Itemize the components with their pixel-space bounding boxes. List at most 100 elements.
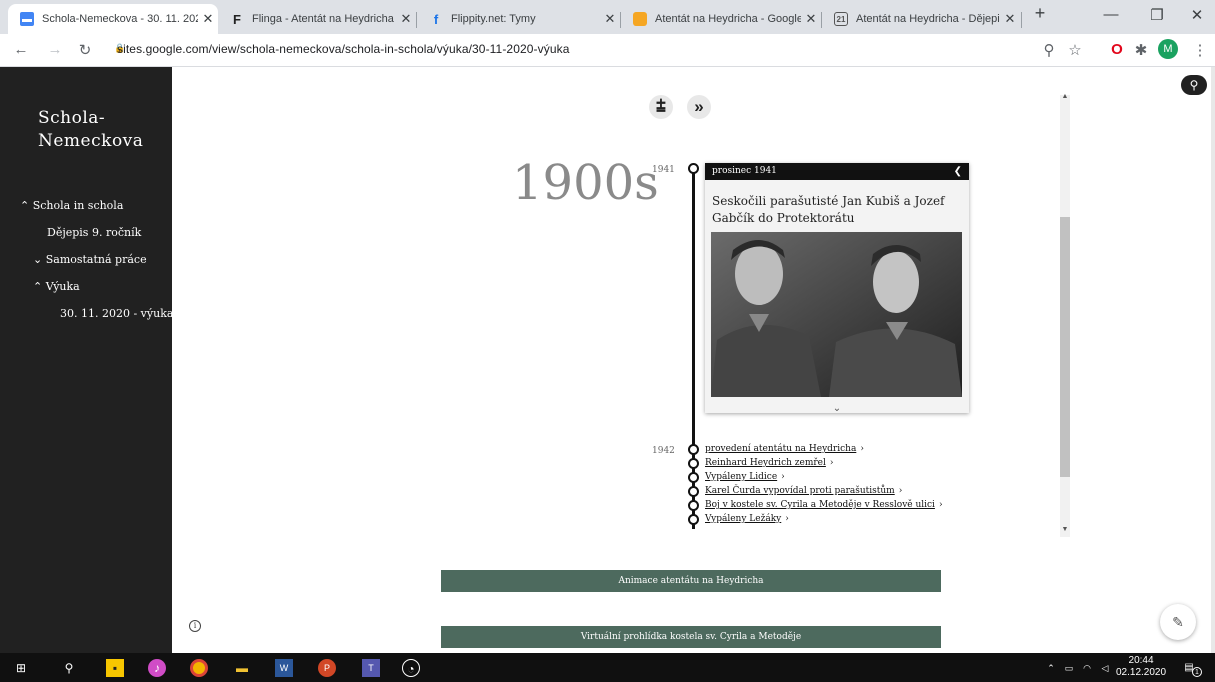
- word-icon[interactable]: W: [275, 659, 293, 677]
- profile-avatar[interactable]: M: [1158, 39, 1178, 59]
- sidebar-item-schola-in-schola[interactable]: ⌃ Schola in schola: [20, 199, 123, 212]
- event-card-text: Seskočili parašutisté Jan Kubiš a Jozef …: [712, 194, 945, 225]
- powerpoint-icon[interactable]: P: [318, 659, 336, 677]
- teams-icon[interactable]: T: [362, 659, 380, 677]
- timeline-event-link[interactable]: provedení atentátu na Heydricha ›: [705, 444, 864, 454]
- menu-icon[interactable]: ⋮: [1189, 41, 1211, 59]
- tab-title: Flinga - Atentát na Heydricha: [252, 13, 394, 25]
- notification-badge: 1: [1192, 667, 1202, 677]
- chevron-down-icon[interactable]: ⌄: [33, 253, 42, 266]
- maximize-icon[interactable]: ❐: [1142, 6, 1172, 24]
- animation-button[interactable]: Animace atentátu na Heydricha: [441, 570, 941, 592]
- skip-forward-icon[interactable]: »: [687, 95, 711, 119]
- tray-chevron-icon[interactable]: ⌃: [1042, 659, 1060, 677]
- year-label: 1941: [652, 165, 675, 175]
- sidebar: Schola- Nemeckova ⌃ Schola in schola Děj…: [0, 67, 173, 653]
- tab-jamboard[interactable]: Atentát na Heydricha - Google Jam ✕: [621, 4, 821, 34]
- collapse-all-icon[interactable]: ⩲: [649, 95, 673, 119]
- timeline-node[interactable]: [688, 472, 699, 483]
- chevron-right-icon: ›: [938, 500, 943, 510]
- parachutists-photo: [711, 232, 962, 397]
- tab-schola[interactable]: ▬ Schola-Nemeckova - 30. 11. 2020 ✕: [8, 4, 218, 34]
- timeline-event-link[interactable]: Vypáleny Ležáky ›: [705, 514, 789, 524]
- flippity-icon: f: [433, 11, 439, 27]
- event-card-header: prosinec 1941 ❮: [705, 163, 969, 180]
- url-field[interactable]: sites.google.com/view/schola-nemeckova/s…: [117, 42, 569, 56]
- site-title-line1: Schola-: [38, 108, 106, 128]
- flinga-icon: F: [233, 11, 241, 27]
- itunes-icon[interactable]: ♪: [148, 659, 166, 677]
- scrollbar-thumb[interactable]: [1060, 217, 1070, 477]
- site-title[interactable]: Schola- Nemeckova: [38, 107, 143, 153]
- close-tab-icon[interactable]: ✕: [198, 11, 218, 27]
- extensions-icon[interactable]: ✱: [1130, 41, 1152, 59]
- timeline-event-link[interactable]: Karel Čurda vypovídal proti parašutistům…: [705, 486, 902, 496]
- sticky-notes-icon[interactable]: ▪: [106, 659, 124, 677]
- close-tab-icon[interactable]: ✕: [600, 11, 620, 27]
- file-explorer-icon[interactable]: ▬: [233, 659, 251, 677]
- chevron-right-icon: ›: [860, 444, 864, 454]
- close-tab-icon[interactable]: ✕: [1000, 11, 1020, 27]
- timeline-node[interactable]: [688, 486, 699, 497]
- timeline-event-link[interactable]: Vypáleny Lidice ›: [705, 472, 785, 482]
- timeline-node[interactable]: [688, 500, 699, 511]
- site-title-line2: Nemeckova: [38, 131, 144, 151]
- tab-title: Schola-Nemeckova - 30. 11. 2020: [42, 13, 198, 25]
- minimize-icon[interactable]: —: [1096, 6, 1126, 23]
- sidebar-item-30-11-2020[interactable]: 30. 11. 2020 - výuka: [60, 307, 173, 320]
- scroll-up-icon[interactable]: ▲: [1060, 93, 1070, 100]
- timeline-event-link[interactable]: Boj v kostele sv. Cyrila a Metoděje v Re…: [705, 500, 943, 510]
- clock[interactable]: 20:44 02.12.2020: [1116, 655, 1166, 679]
- timeline-node[interactable]: [688, 458, 699, 469]
- battery-icon[interactable]: ▭: [1060, 659, 1078, 677]
- tab-title: Flippity.net: Tymy: [451, 13, 536, 25]
- chevron-right-icon: ›: [781, 472, 785, 482]
- timeline-event-link[interactable]: Reinhard Heydrich zemřel ›: [705, 458, 833, 468]
- timeline-node[interactable]: [688, 444, 699, 455]
- new-tab-button[interactable]: +: [1025, 3, 1055, 24]
- close-tab-icon[interactable]: ✕: [396, 11, 416, 27]
- back-icon[interactable]: ←: [10, 41, 32, 58]
- virtual-tour-button[interactable]: Virtuální prohlídka kostela sv. Cyrila a…: [441, 626, 941, 648]
- chrome-icon[interactable]: [190, 659, 208, 677]
- timeline-node[interactable]: [688, 514, 699, 525]
- jamboard-icon: [633, 12, 647, 26]
- timeline-node[interactable]: [688, 163, 699, 174]
- chevron-up-icon[interactable]: ⌃: [33, 280, 42, 293]
- tab-21-icon: 21: [834, 12, 848, 26]
- windows-start-icon[interactable]: ⊞: [12, 659, 30, 677]
- volume-icon[interactable]: ◁: [1096, 659, 1114, 677]
- chevron-down-icon[interactable]: ⌄: [705, 403, 969, 415]
- reload-icon[interactable]: ↻: [74, 41, 96, 59]
- wifi-icon[interactable]: ◠: [1078, 659, 1096, 677]
- search-icon[interactable]: ⚲: [1181, 75, 1207, 95]
- event-card: prosinec 1941 ❮ Seskočili parašutisté Ja…: [705, 163, 969, 415]
- close-tab-icon[interactable]: ✕: [801, 11, 821, 27]
- tab-dejepis[interactable]: 21 Atentát na Heydricha - Dějepis v 21. …: [822, 4, 1020, 34]
- main-content: ⩲ » 1900s 1941 1942 prosinec 1941 ❮ Sesk…: [172, 67, 1215, 653]
- tab-strip: ▬ Schola-Nemeckova - 30. 11. 2020 ✕ F Fl…: [0, 0, 1215, 34]
- chevron-right-icon: ›: [785, 514, 789, 524]
- chevron-left-icon[interactable]: ❮: [954, 163, 962, 180]
- search-icon[interactable]: ⚲: [60, 659, 78, 677]
- chevron-right-icon: ›: [829, 458, 834, 468]
- close-window-icon[interactable]: ✕: [1182, 6, 1212, 24]
- google-sites-icon: ▬: [20, 12, 34, 26]
- chevron-up-icon[interactable]: ⌃: [20, 199, 29, 212]
- sidebar-item-vyuka[interactable]: ⌃ Výuka: [33, 280, 80, 293]
- tab-flinga[interactable]: F Flinga - Atentát na Heydricha ✕: [218, 4, 416, 34]
- zoom-icon[interactable]: ⚲: [1038, 41, 1060, 59]
- app-icon[interactable]: ◔: [402, 659, 420, 677]
- page-edge: [1211, 67, 1215, 653]
- opera-extension-icon[interactable]: O: [1106, 41, 1128, 58]
- sidebar-item-samostatna-prace[interactable]: ⌄ Samostatná práce: [33, 253, 147, 266]
- forward-icon[interactable]: →: [44, 41, 66, 58]
- tab-flippity[interactable]: f Flippity.net: Tymy ✕: [417, 4, 620, 34]
- tab-title: Atentát na Heydricha - Dějepis v 21.: [856, 13, 1000, 25]
- scroll-down-icon[interactable]: ▼: [1060, 526, 1070, 533]
- tab-title: Atentát na Heydricha - Google Jam: [655, 13, 801, 25]
- bookmark-star-icon[interactable]: ☆: [1064, 41, 1086, 59]
- edit-pencil-icon[interactable]: ✎: [1160, 604, 1196, 640]
- sidebar-item-dejepis[interactable]: Dějepis 9. ročník: [47, 226, 141, 239]
- decade-label: 1900s: [512, 155, 659, 211]
